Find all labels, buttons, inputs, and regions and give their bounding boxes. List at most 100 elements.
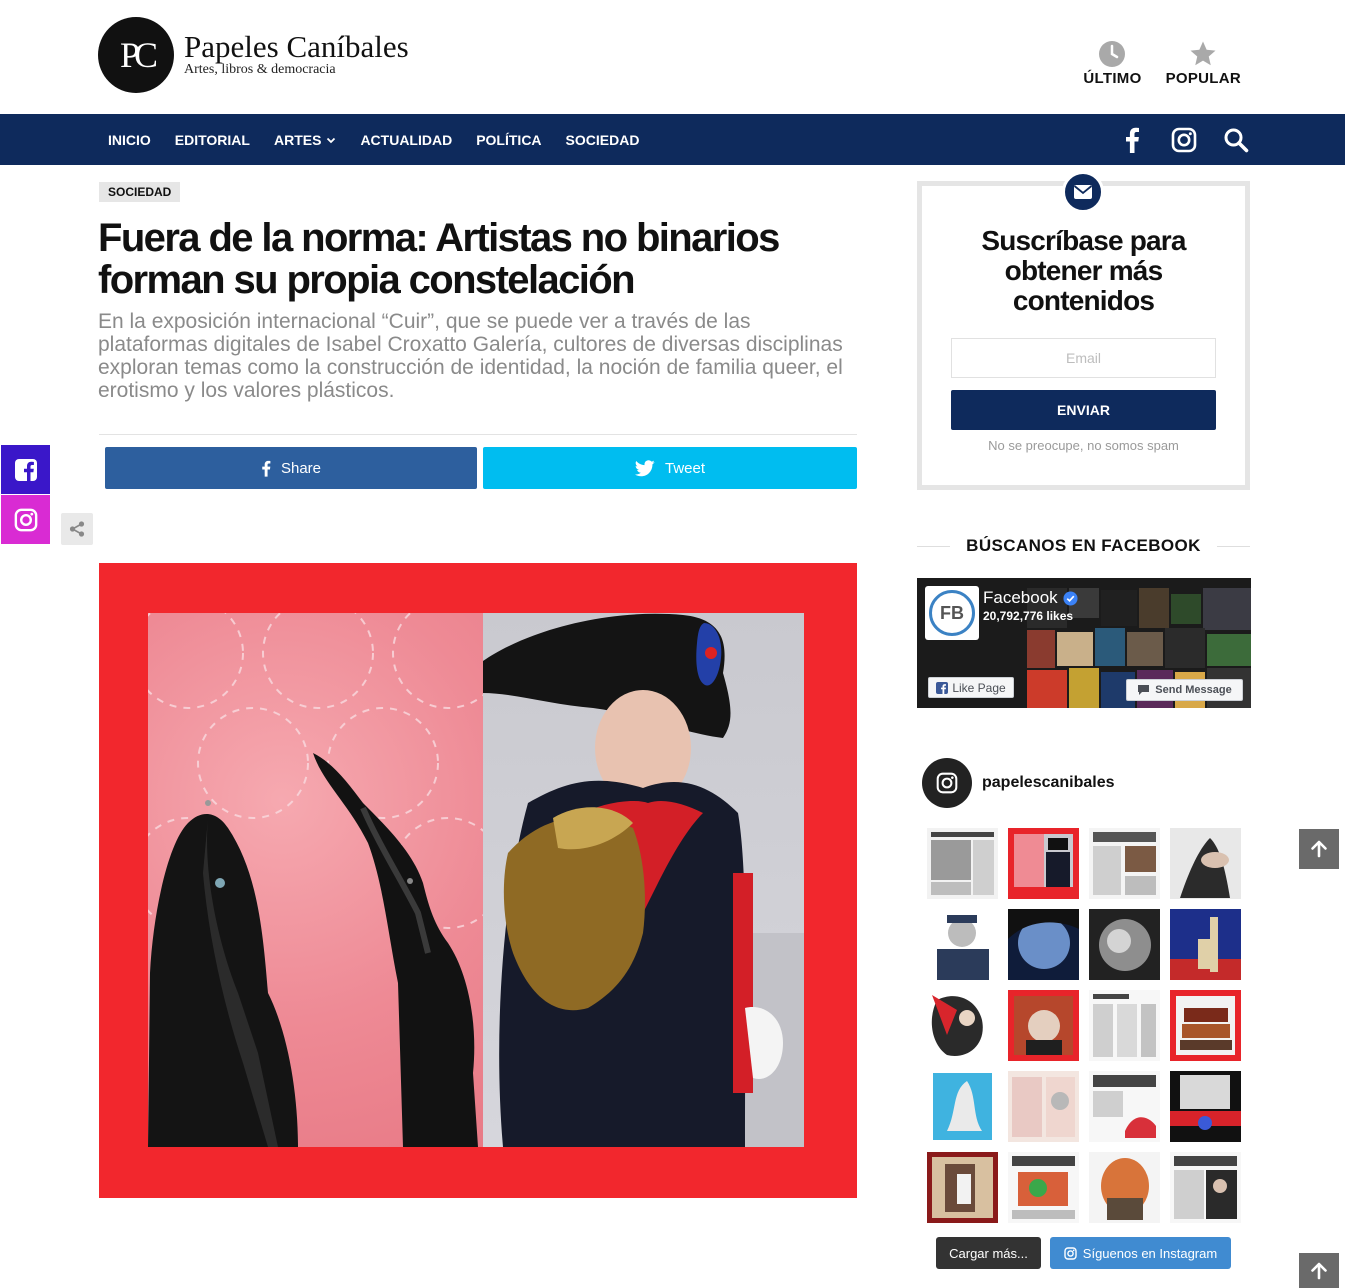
nav-item-artes[interactable]: ARTES — [274, 132, 336, 148]
leather-jacket-artwork — [148, 613, 483, 1147]
clock-icon — [1098, 38, 1126, 70]
instagram-post[interactable] — [1170, 909, 1241, 980]
latest-link[interactable]: ÚLTIMO — [1083, 38, 1141, 87]
instagram-post[interactable] — [1008, 1152, 1079, 1223]
nav-item-sociedad[interactable]: SOCIEDAD — [566, 132, 640, 148]
header-links: ÚLTIMO POPULAR — [1083, 38, 1241, 87]
like-page-button[interactable]: Like Page — [928, 677, 1014, 698]
nav-label: ACTUALIDAD — [360, 131, 453, 148]
follow-instagram-button[interactable]: Síguenos en Instagram — [1050, 1237, 1231, 1269]
arrow-up-icon — [1311, 1262, 1327, 1279]
instagram-profile-header[interactable]: papelescanibales — [922, 758, 1115, 808]
facebook-square-icon — [14, 458, 37, 481]
category-badge[interactable]: SOCIEDAD — [99, 182, 181, 202]
newsletter-note: No se preocupe, no somos spam — [988, 438, 1179, 453]
floating-share-button[interactable] — [61, 513, 93, 545]
instagram-icon — [1064, 1246, 1077, 1260]
instagram-post[interactable] — [1089, 1152, 1160, 1223]
instagram-post[interactable] — [1170, 828, 1241, 899]
instagram-post[interactable] — [1089, 909, 1160, 980]
logo-wordmark: Papeles Caníbales Artes, libros & democr… — [184, 29, 409, 78]
message-label: Send Message — [1155, 684, 1232, 696]
share-label: Share — [280, 459, 322, 477]
scroll-to-top-button[interactable] — [1299, 829, 1339, 869]
site-tagline: Artes, libros & democracia — [184, 62, 336, 77]
envelope-icon — [1062, 171, 1104, 213]
share-twitter-button[interactable]: Tweet — [483, 447, 857, 489]
nav-label: INICIO — [108, 131, 151, 148]
arrow-up-icon — [1311, 840, 1327, 858]
latest-label: ÚLTIMO — [1083, 70, 1142, 87]
nav-item-politica[interactable]: POLÍTICA — [476, 132, 541, 148]
follow-label: Síguenos en Instagram — [1082, 1245, 1218, 1261]
share-icon — [69, 521, 85, 537]
page-name-text: Facebook — [983, 588, 1058, 607]
heading-line — [917, 545, 951, 547]
floating-instagram-button[interactable] — [1, 495, 50, 544]
facebook-page-widget[interactable]: FB Facebook 20,792,776 likes Like Page S… — [917, 578, 1251, 708]
nav-item-inicio[interactable]: INICIO — [108, 132, 151, 148]
instagram-post[interactable] — [1170, 990, 1241, 1061]
instagram-post[interactable] — [1008, 909, 1079, 980]
popular-link[interactable]: POPULAR — [1166, 38, 1241, 87]
site-logo[interactable]: PC Papeles Caníbales Artes, libros & dem… — [98, 17, 409, 93]
submit-button[interactable]: ENVIAR — [951, 390, 1216, 430]
facebook-icon[interactable] — [1119, 127, 1145, 153]
star-icon — [1188, 38, 1218, 70]
facebook-square-icon — [936, 681, 949, 694]
twitter-icon — [634, 459, 655, 476]
load-more-button[interactable]: Cargar más... — [936, 1237, 1041, 1269]
chevron-down-icon — [327, 137, 336, 143]
instagram-post[interactable] — [1089, 828, 1160, 899]
message-icon — [1138, 685, 1150, 695]
nav-label: ARTES — [273, 131, 322, 148]
nav-social-icons — [1119, 114, 1249, 165]
article-featured-image — [99, 563, 857, 1198]
divider — [99, 434, 857, 435]
instagram-post[interactable] — [927, 1152, 998, 1223]
nav-item-actualidad[interactable]: ACTUALIDAD — [360, 132, 452, 148]
instagram-post[interactable] — [1008, 990, 1079, 1061]
share-facebook-button[interactable]: Share — [105, 447, 477, 489]
send-message-button[interactable]: Send Message — [1126, 679, 1243, 701]
facebook-section-heading: BÚSCANOS EN FACEBOOK — [917, 535, 1250, 557]
article-title: Fuera de la norma: Artistas no binarios … — [98, 216, 780, 302]
facebook-page-avatar: FB — [925, 586, 979, 640]
instagram-post[interactable] — [927, 1071, 998, 1142]
fb-logo-text: FB — [929, 590, 975, 636]
popular-label: POPULAR — [1165, 70, 1241, 87]
tweet-label: Tweet — [664, 459, 706, 477]
instagram-post[interactable] — [1089, 1071, 1160, 1142]
instagram-username: papelescanibales — [982, 774, 1115, 791]
verified-badge-icon — [1063, 590, 1078, 606]
article-subtitle: En la exposición internacional “Cuir”, q… — [98, 310, 843, 402]
instagram-post[interactable] — [1008, 828, 1079, 899]
instagram-post[interactable] — [927, 990, 998, 1061]
facebook-page-name[interactable]: Facebook — [983, 588, 1078, 608]
search-icon[interactable] — [1223, 127, 1249, 153]
instagram-icon[interactable] — [1171, 127, 1197, 153]
floating-facebook-button[interactable] — [1, 445, 50, 494]
facebook-likes-count: 20,792,776 likes — [983, 609, 1074, 623]
site-header: PC Papeles Caníbales Artes, libros & dem… — [0, 0, 1345, 114]
logo-letters: PC — [119, 35, 158, 75]
napoleon-portrait-artwork — [483, 613, 804, 1147]
nav-item-editorial[interactable]: EDITORIAL — [175, 132, 250, 148]
logo-mark: PC — [98, 17, 174, 93]
site-name: Papeles Caníbales — [184, 29, 409, 64]
instagram-post[interactable] — [1089, 990, 1160, 1061]
artwork-diptych — [148, 613, 804, 1147]
newsletter-title: Suscríbase para obtener más contenidos — [981, 225, 1186, 316]
nav-label: EDITORIAL — [174, 131, 250, 148]
email-field[interactable] — [951, 338, 1216, 378]
heading-line — [1216, 545, 1250, 547]
instagram-post[interactable] — [1170, 1071, 1241, 1142]
instagram-post[interactable] — [927, 909, 998, 980]
instagram-post[interactable] — [1170, 1152, 1241, 1223]
instagram-post[interactable] — [1008, 1071, 1079, 1142]
instagram-post[interactable] — [927, 828, 998, 899]
instagram-icon — [936, 772, 958, 794]
facebook-heading-text: BÚSCANOS EN FACEBOOK — [966, 536, 1201, 555]
scroll-to-top-button[interactable] — [1299, 1253, 1339, 1288]
nav-label: POLÍTICA — [476, 131, 542, 148]
